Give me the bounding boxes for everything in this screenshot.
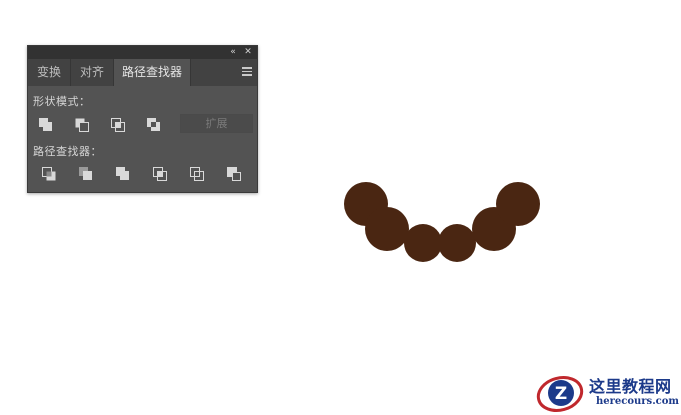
- svg-text:Z: Z: [555, 384, 567, 404]
- canvas-artwork: [344, 182, 540, 262]
- circle-left-mid[interactable]: [365, 207, 409, 251]
- watermark-logo: Z 这里教程网 herecours.com: [534, 372, 680, 414]
- watermark-title: 这里教程网: [589, 377, 672, 396]
- watermark-url: herecours.com: [596, 396, 680, 407]
- z-logo-icon: Z: [536, 376, 584, 412]
- circle-right-top[interactable]: [496, 182, 540, 226]
- circle-center-left[interactable]: [404, 224, 442, 262]
- circle-center-right[interactable]: [438, 224, 476, 262]
